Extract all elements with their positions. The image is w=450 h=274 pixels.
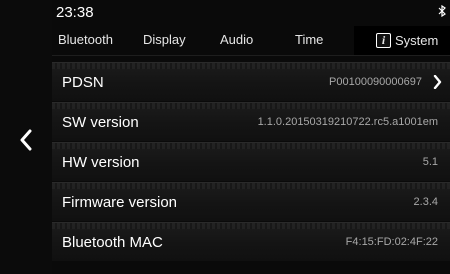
tab-system[interactable]: i System	[354, 26, 450, 55]
list-item-firmware-version: Firmware version 2.3.4	[52, 182, 450, 221]
row-label: SW version	[62, 114, 139, 131]
tab-system-label: System	[395, 33, 439, 48]
settings-panel: 23:38 Bluetooth Display Audio Time i Sys…	[52, 0, 450, 274]
row-label: Firmware version	[62, 194, 178, 211]
tab-display[interactable]: Display	[143, 32, 186, 47]
list-item-bluetooth-mac: Bluetooth MAC F4:15:FD:02:4F:22	[52, 222, 450, 261]
row-value: P00100090000697	[329, 76, 422, 88]
tab-bar: Bluetooth Display Audio Time i System	[52, 26, 450, 56]
chevron-left-icon	[20, 129, 32, 151]
list-item-sw-version: SW version 1.1.0.20150319210722.rc5.a100…	[52, 102, 450, 141]
info-icon: i	[376, 33, 391, 48]
list-item-pdsn[interactable]: PDSN P00100090000697	[52, 62, 450, 101]
chevron-right-icon[interactable]	[433, 75, 442, 89]
clock: 23:38	[56, 4, 94, 21]
row-value: F4:15:FD:02:4F:22	[345, 236, 438, 248]
tab-bluetooth[interactable]: Bluetooth	[58, 32, 113, 47]
row-label: HW version	[62, 154, 140, 171]
row-value: 2.3.4	[413, 196, 438, 208]
back-button[interactable]	[0, 118, 52, 162]
left-rail	[0, 0, 52, 274]
list-item-hw-version: HW version 5.1	[52, 142, 450, 181]
system-info-list: PDSN P00100090000697 SW version 1.1.0.20…	[52, 62, 450, 262]
row-value: 5.1	[422, 156, 438, 168]
bluetooth-icon	[438, 5, 446, 17]
row-label: PDSN	[62, 74, 104, 91]
row-label: Bluetooth MAC	[62, 234, 163, 251]
row-value: 1.1.0.20150319210722.rc5.a1001em	[257, 116, 438, 128]
status-bar: 23:38	[52, 0, 450, 26]
tab-time[interactable]: Time	[295, 32, 323, 47]
tab-audio[interactable]: Audio	[220, 32, 253, 47]
